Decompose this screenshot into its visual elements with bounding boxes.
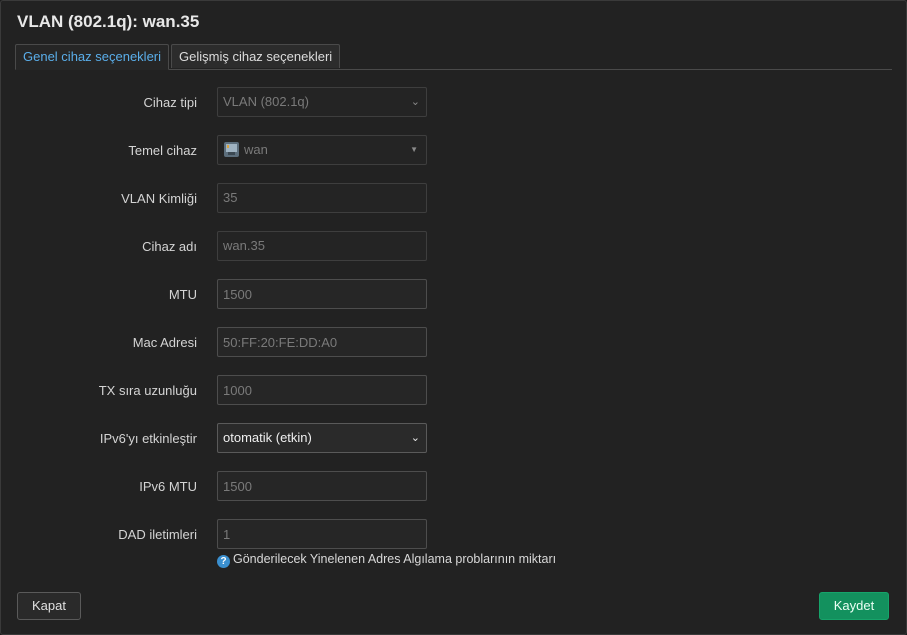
save-button[interactable]: Kaydet [819, 592, 889, 620]
dad-transmits-label: DAD iletimleri [118, 527, 197, 542]
base-device-value: wan [244, 142, 268, 157]
mtu-input[interactable] [217, 279, 427, 309]
form-row-ipv6-mtu: IPv6 MTU [1, 471, 906, 501]
chevron-down-icon: ⌄ [410, 96, 420, 108]
form-row-base-device: Temel cihaz wan ▼ [1, 135, 906, 165]
mac-address-input[interactable] [217, 327, 427, 357]
vlan-id-input[interactable]: 35 [217, 183, 427, 213]
mtu-label: MTU [168, 287, 197, 302]
form-row-device-name: Cihaz adı wan.35 [1, 231, 906, 261]
chevron-down-icon: ⌄ [410, 432, 420, 444]
base-device-dropdown[interactable]: wan ▼ [217, 135, 427, 165]
form-row-ipv6-enable: IPv6'yı etkinleştir otomatik (etkin) ⌄ [1, 423, 906, 453]
ipv6-enable-select[interactable]: otomatik (etkin) ⌄ [217, 423, 427, 453]
device-name-label: Cihaz adı [142, 239, 197, 254]
form-row-device-type: Cihaz tipi VLAN (802.1q) ⌄ [1, 87, 906, 117]
tab-advanced-device-options[interactable]: Gelişmiş cihaz seçenekleri [171, 44, 341, 68]
device-type-value: VLAN (802.1q) [223, 94, 309, 109]
close-button[interactable]: Kapat [17, 592, 81, 620]
dad-transmits-hint: ? Gönderilecek Yinelenen Adres Algılama p… [217, 552, 556, 568]
ipv6-mtu-label: IPv6 MTU [139, 479, 197, 494]
ipv6-enable-value: otomatik (etkin) [223, 430, 312, 445]
ethernet-port-icon [223, 140, 240, 158]
dad-transmits-input[interactable] [217, 519, 427, 549]
base-device-label: Temel cihaz [128, 143, 197, 158]
tab-general-device-options[interactable]: Genel cihaz seçenekleri [15, 44, 170, 70]
ipv6-mtu-input[interactable] [217, 471, 427, 501]
device-type-select[interactable]: VLAN (802.1q) ⌄ [217, 87, 427, 117]
ipv6-enable-label: IPv6'yı etkinleştir [99, 431, 197, 446]
mac-address-label: Mac Adresi [132, 335, 197, 350]
form-row-mac-address: Mac Adresi [1, 327, 906, 357]
form-row-tx-queue-length: TX sıra uzunluğu [1, 375, 906, 405]
caret-down-icon: ▼ [410, 145, 418, 154]
form-row-mtu: MTU [1, 279, 906, 309]
device-config-dialog: VLAN (802.1q): wan.35 Genel cihaz seçene… [0, 0, 907, 635]
dialog-title: VLAN (802.1q): wan.35 [17, 12, 200, 31]
help-icon: ? [217, 555, 230, 568]
form-row-vlan-id: VLAN Kimliği 35 [1, 183, 906, 213]
device-type-label: Cihaz tipi [143, 95, 197, 110]
dad-transmits-hint-text: Gönderilecek Yinelenen Adres Algılama pr… [233, 552, 557, 566]
form-row-dad-transmits: DAD iletimleri [1, 519, 906, 549]
tx-queue-length-input[interactable] [217, 375, 427, 405]
vlan-id-label: VLAN Kimliği [121, 191, 197, 206]
device-name-input[interactable]: wan.35 [217, 231, 427, 261]
tab-bar: Genel cihaz seçenekleri Gelişmiş cihaz s… [15, 44, 892, 70]
tx-queue-length-label: TX sıra uzunluğu [98, 383, 197, 398]
